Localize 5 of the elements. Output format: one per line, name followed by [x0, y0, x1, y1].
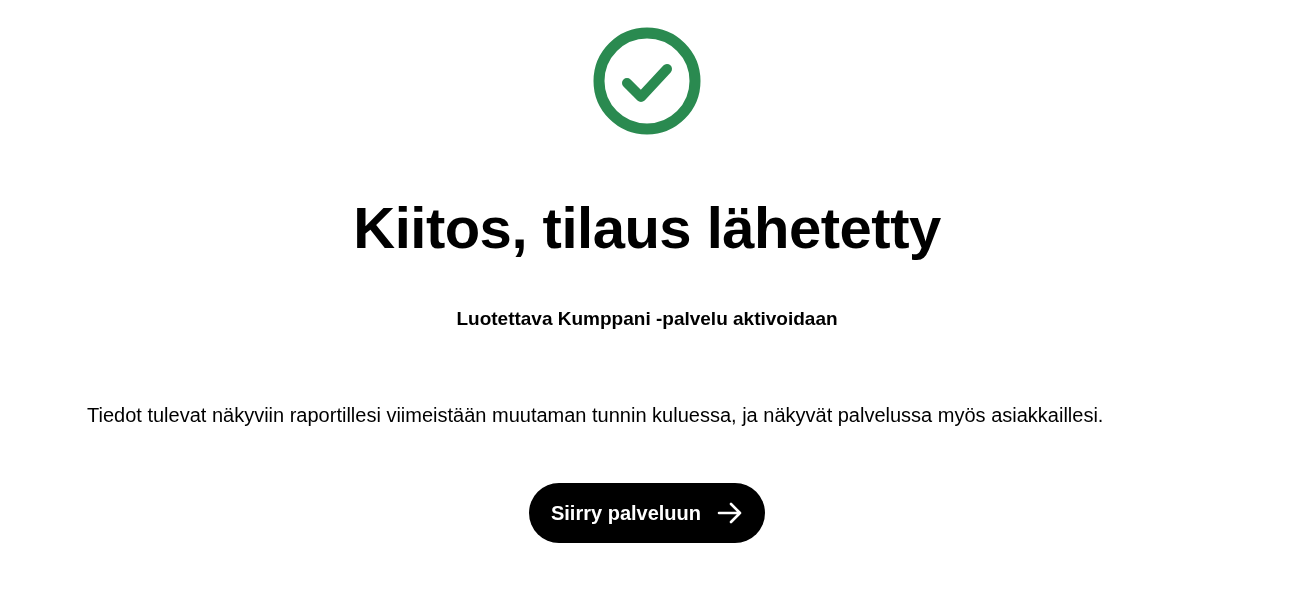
continue-button[interactable]: Siirry palveluun: [528, 483, 766, 544]
subtitle: Luotettava Kumppani -palvelu aktivoidaan: [456, 306, 838, 331]
message-text: Tiedot tulevat näkyviin raportillesi viimeistään muutaman tunnin kuluessa, ja näkyvät palvelussa myös asiakkaillesi.: [87, 403, 1105, 429]
arrow-right-icon: [717, 502, 744, 525]
page-title: Kiitos, tilaus lähetetty: [353, 194, 941, 262]
